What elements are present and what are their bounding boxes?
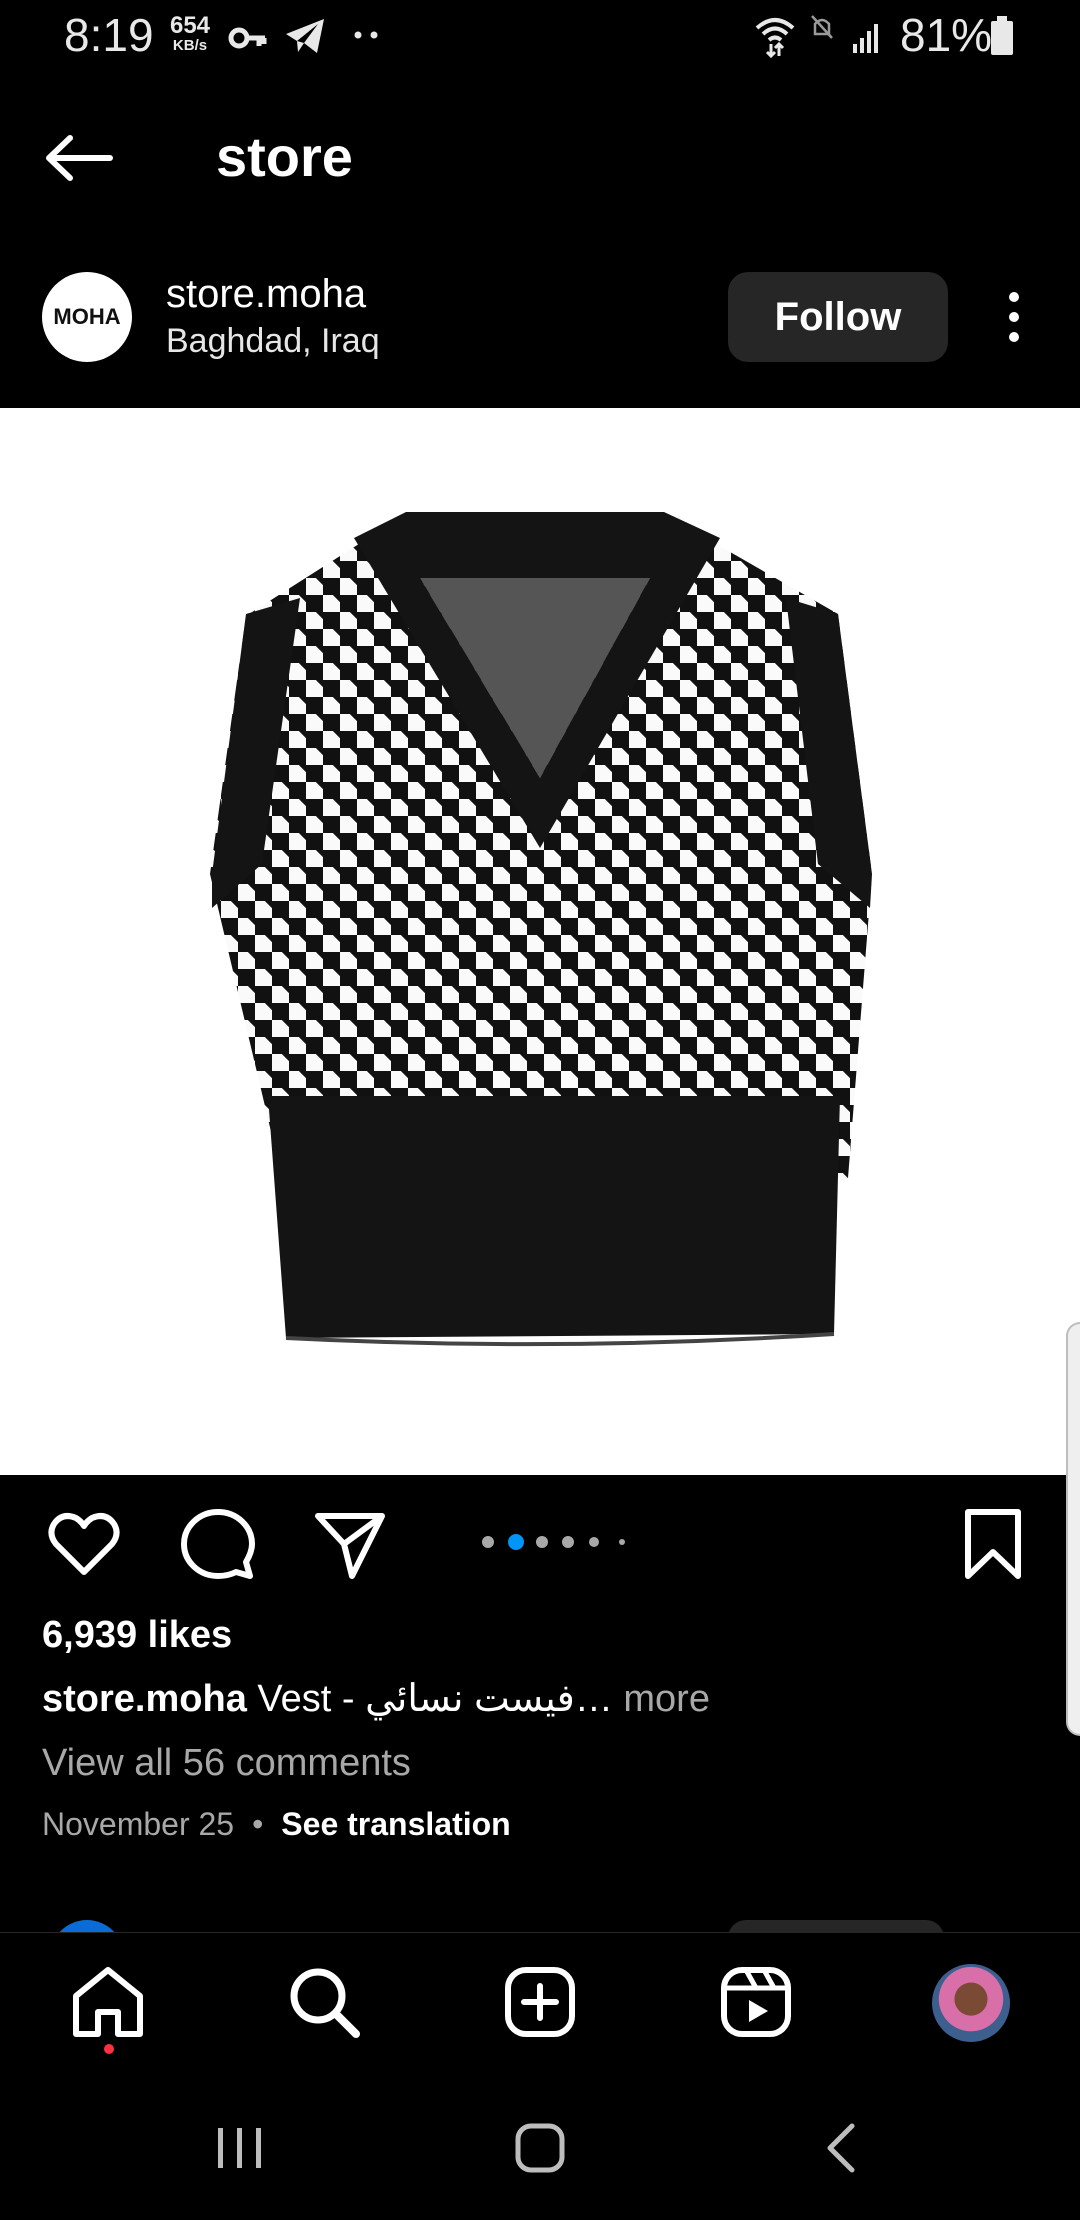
caption[interactable]: store.moha Vest - فيست نسائي… more: [42, 1676, 710, 1721]
carousel-dots: [482, 1534, 625, 1550]
network-speed-unit: KB/s: [172, 37, 208, 54]
network-speed-value: 654: [169, 12, 211, 39]
back-arrow-icon: [46, 135, 113, 181]
post-meta: November 25 • See translation: [42, 1806, 511, 1843]
carousel-dot: [482, 1536, 494, 1548]
wifi-icon: [755, 18, 795, 58]
share-icon[interactable]: [312, 1506, 388, 1582]
view-comments-link[interactable]: View all 56 comments: [42, 1742, 411, 1785]
heart-icon[interactable]: [46, 1506, 122, 1582]
more-dots-icon: [354, 31, 378, 39]
home-button-icon[interactable]: [510, 2118, 570, 2178]
mute-icon: [811, 15, 833, 39]
post-image[interactable]: [0, 408, 1080, 1475]
caption-username[interactable]: store.moha: [42, 1678, 247, 1720]
carousel-dot: [536, 1536, 548, 1548]
back-icon[interactable]: [814, 2118, 874, 2178]
create-icon[interactable]: [502, 1964, 578, 2040]
post-location[interactable]: Baghdad, Iraq: [166, 322, 380, 361]
see-translation-link[interactable]: See translation: [281, 1806, 510, 1842]
home-icon[interactable]: [70, 1964, 146, 2040]
key-icon: [228, 27, 267, 49]
status-time: 8:19: [64, 9, 154, 61]
battery-icon: [991, 16, 1013, 55]
carousel-dot: [562, 1536, 574, 1548]
likes-count[interactable]: 6,939 likes: [42, 1614, 232, 1657]
battery-percent: 81%: [900, 9, 993, 61]
carousel-dot: [589, 1537, 599, 1547]
separator-dot: •: [252, 1806, 264, 1842]
search-icon[interactable]: [286, 1964, 362, 2040]
vest-image: [210, 512, 872, 1347]
scroll-handle[interactable]: [1066, 1322, 1080, 1736]
carousel-dot-active: [508, 1534, 524, 1550]
avatar-logo-text: MOHA: [53, 304, 121, 329]
profile-avatar[interactable]: [932, 1964, 1010, 2042]
reels-icon[interactable]: [718, 1964, 794, 2040]
back-button[interactable]: [44, 126, 124, 190]
follow-button[interactable]: Follow: [728, 272, 948, 362]
signal-icon: [853, 24, 878, 53]
network-speed: 654 KB/s: [168, 12, 212, 54]
caption-text: Vest - فيست نسائي…: [257, 1678, 613, 1720]
caption-more-link[interactable]: more: [623, 1678, 710, 1720]
more-options-icon[interactable]: [996, 290, 1032, 344]
avatar[interactable]: MOHA: [42, 272, 132, 362]
carousel-dot: [619, 1539, 625, 1545]
notification-dot: [104, 2044, 114, 2054]
bookmark-icon[interactable]: [958, 1506, 1028, 1582]
post-username[interactable]: store.moha: [166, 272, 366, 317]
page-title: store: [216, 125, 353, 188]
telegram-icon: [286, 19, 324, 53]
comment-icon[interactable]: [180, 1506, 256, 1582]
recents-icon[interactable]: [210, 2118, 270, 2178]
post-date: November 25: [42, 1806, 235, 1842]
